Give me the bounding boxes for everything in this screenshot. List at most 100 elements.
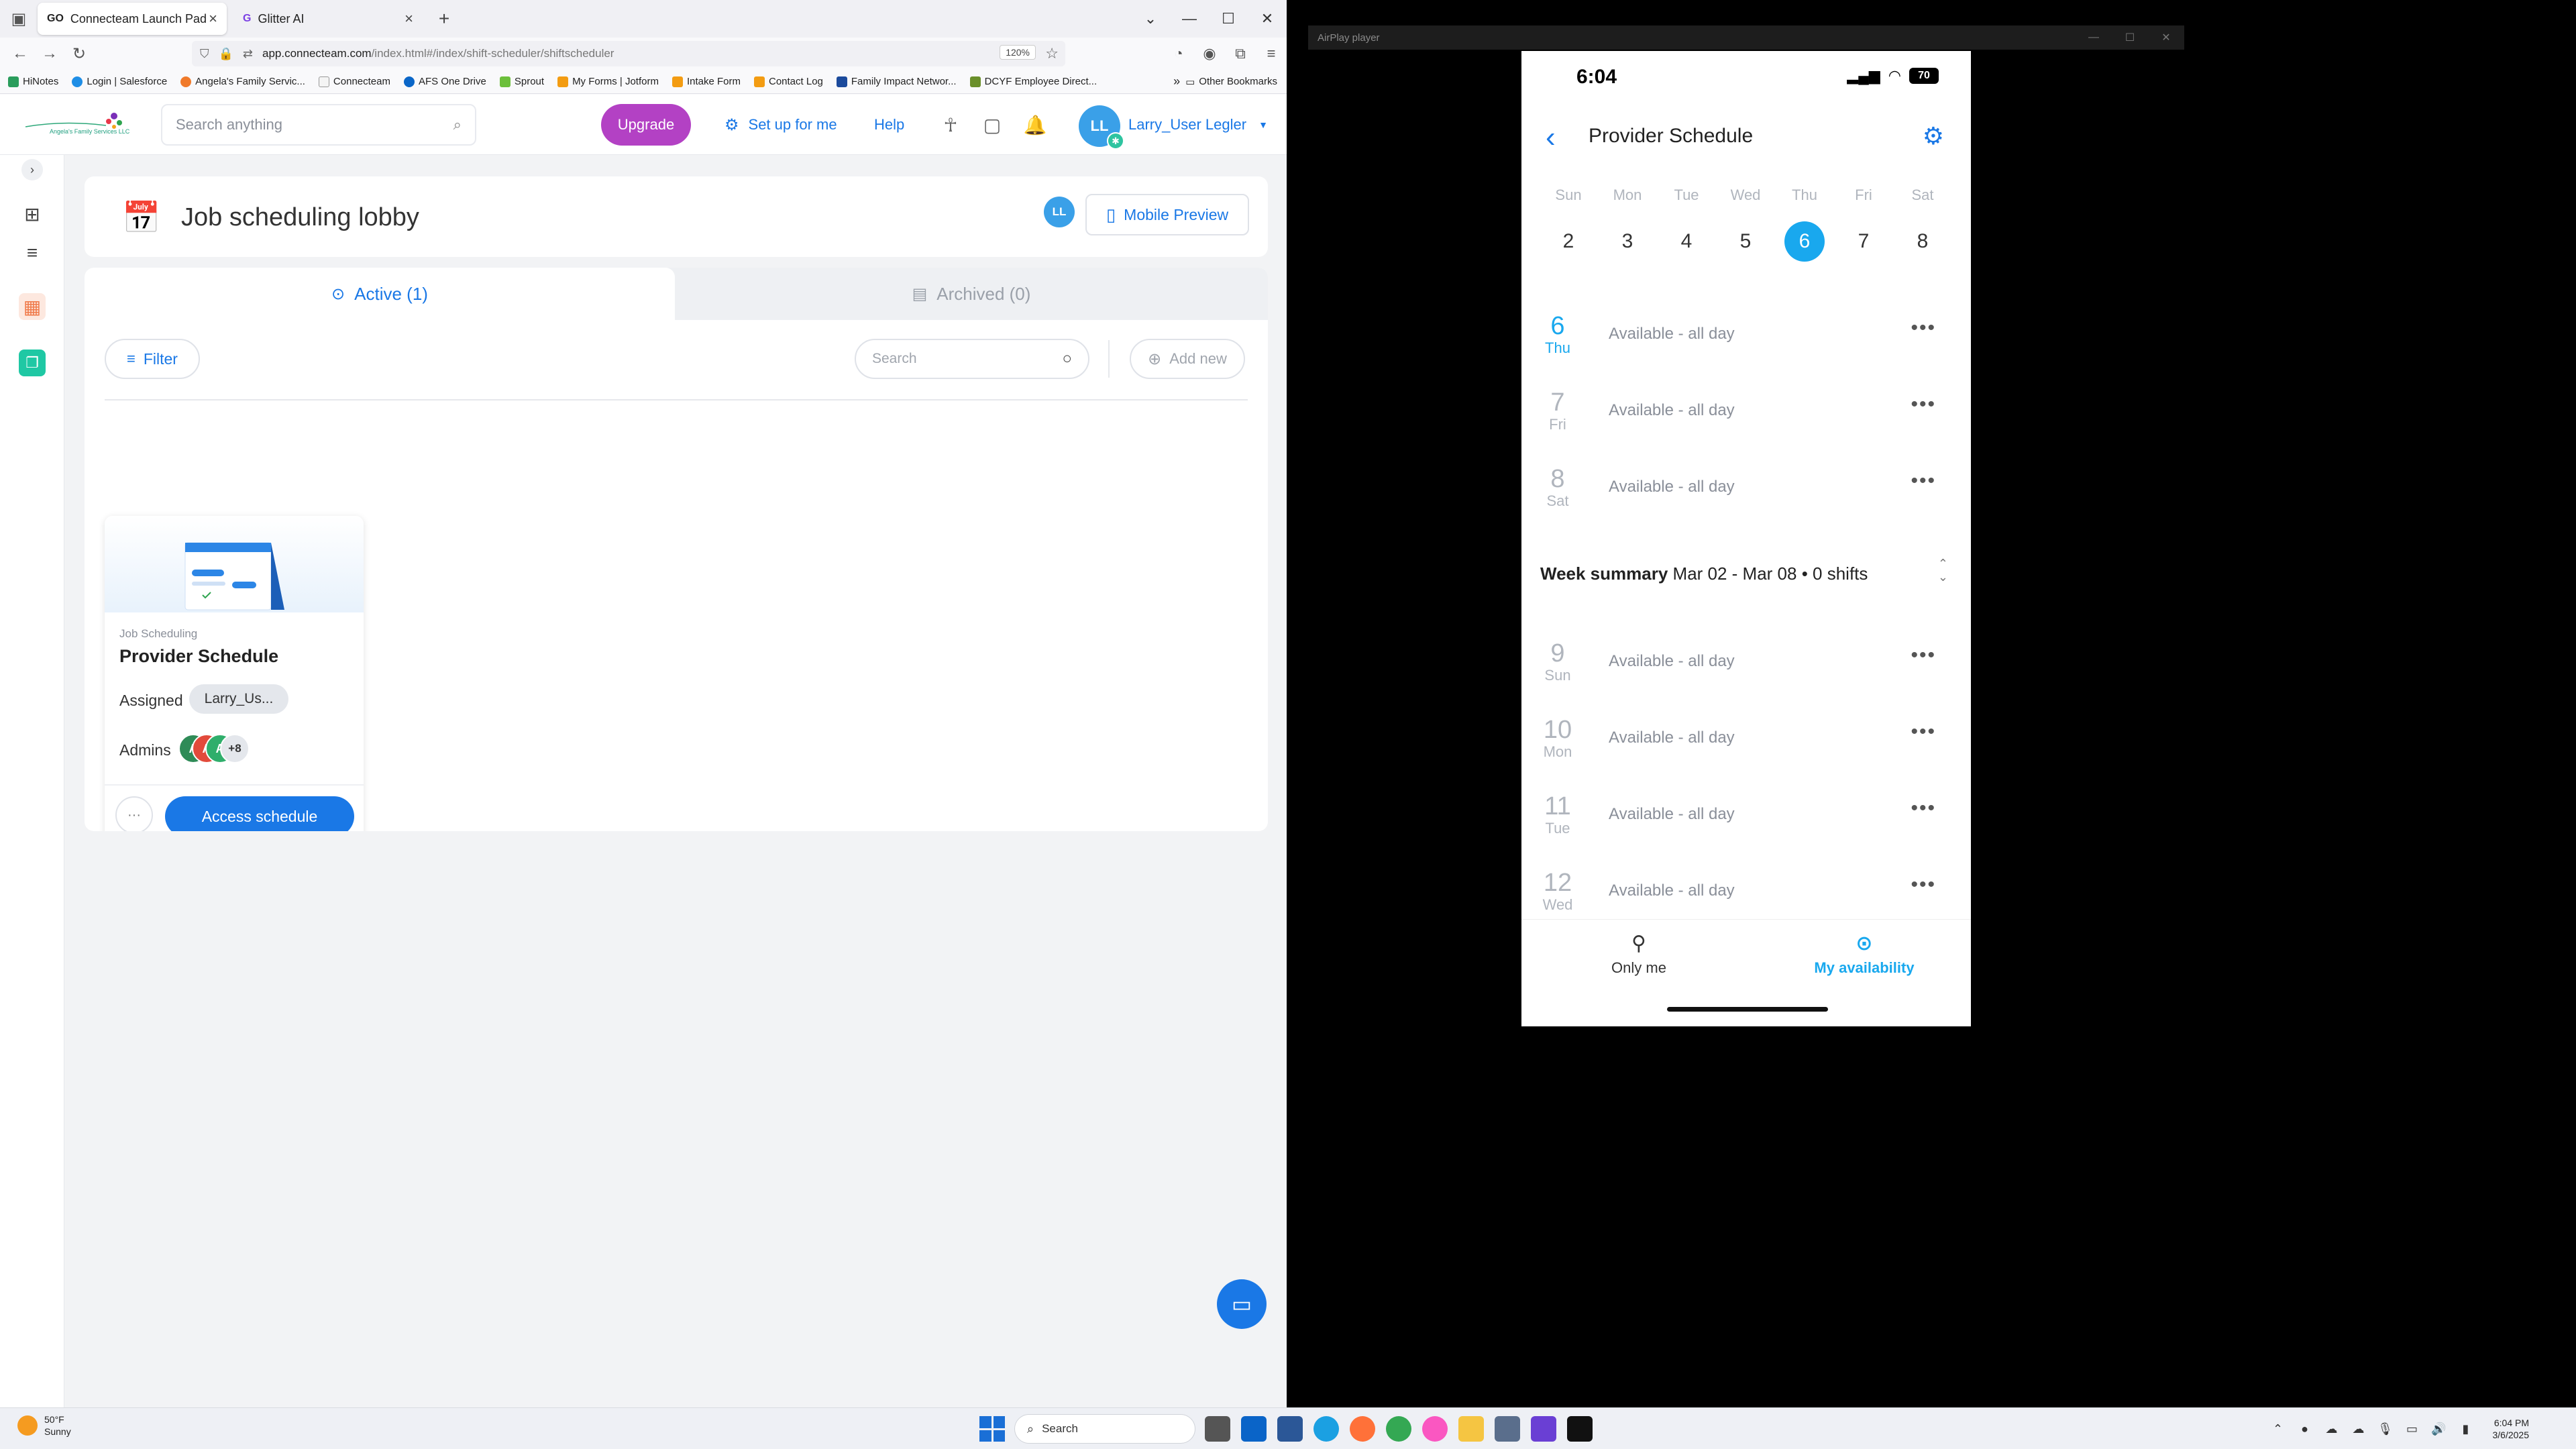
week-date[interactable]: 8 <box>1902 221 1943 262</box>
list-all-tabs-icon[interactable]: ⌄ <box>1131 0 1170 38</box>
tab-active[interactable]: ⊙ Active (1) <box>85 268 675 320</box>
help-link[interactable]: Help <box>874 104 904 146</box>
edge-icon[interactable] <box>1313 1416 1339 1442</box>
company-logo[interactable]: Angela's Family Services LLC <box>23 104 130 144</box>
week-date[interactable]: 4 <box>1666 221 1707 262</box>
new-tab-button[interactable]: + <box>429 3 459 35</box>
shield-icon[interactable]: ⛉ <box>200 47 209 61</box>
back-chevron-icon[interactable]: ‹ <box>1546 121 1556 154</box>
close-window-icon[interactable]: ✕ <box>2148 25 2184 50</box>
mobile-preview-button[interactable]: ▯ Mobile Preview <box>1085 194 1249 235</box>
support-chat-button[interactable]: ▭ <box>1217 1279 1267 1329</box>
taskbar-search[interactable]: ⌕ Search <box>1014 1414 1195 1444</box>
search-input[interactable]: Search anything ⌕ <box>161 104 476 146</box>
microphone-icon[interactable]: 🎙 <box>2372 1422 2399 1436</box>
glitter-app-icon[interactable] <box>1531 1416 1556 1442</box>
more-options-icon[interactable]: ••• <box>1911 317 1936 339</box>
bookmark-item[interactable]: My Forms | Jotform <box>557 76 659 87</box>
task-view-icon[interactable] <box>1205 1416 1230 1442</box>
browser-tab-glitter[interactable]: G Glitter AI × <box>233 3 423 35</box>
more-options-icon[interactable]: ••• <box>1911 644 1936 667</box>
chrome-icon[interactable] <box>1386 1416 1411 1442</box>
upgrade-button[interactable]: Upgrade <box>601 104 691 146</box>
extensions-icon[interactable]: ⧉ <box>1225 45 1256 62</box>
accessibility-icon[interactable]: ☥ <box>934 104 967 146</box>
close-tab-icon[interactable]: × <box>209 10 217 28</box>
week-date[interactable]: 7 <box>1843 221 1884 262</box>
bookmark-item[interactable]: Sprout <box>499 76 544 87</box>
day-row[interactable]: 11 Tue Available - all day ••• <box>1521 788 1971 864</box>
more-options-icon[interactable]: ••• <box>1911 470 1936 492</box>
back-icon[interactable]: ← <box>5 39 35 68</box>
add-new-button[interactable]: ⊕ Add new <box>1130 339 1245 379</box>
bookmark-item[interactable]: Connecteam <box>318 76 390 87</box>
week-summary[interactable]: Week summary Mar 02 - Mar 08 • 0 shifts <box>1540 564 1868 584</box>
close-window-icon[interactable]: ✕ <box>1248 0 1287 38</box>
settings-gear-icon[interactable]: ⚙ <box>1923 122 1944 150</box>
bookmark-item[interactable]: DCYF Employee Direct... <box>969 76 1097 87</box>
bookmark-item[interactable]: HiNotes <box>8 76 58 87</box>
outlook-icon[interactable] <box>1241 1416 1267 1442</box>
week-date[interactable]: 5 <box>1725 221 1766 262</box>
lock-icon[interactable]: 🔒 <box>219 47 233 61</box>
bookmark-item[interactable]: Family Impact Networ... <box>836 76 957 87</box>
tab-archived[interactable]: ▤ Archived (0) <box>675 268 1268 320</box>
reload-icon[interactable]: ↻ <box>64 39 94 68</box>
calculator-icon[interactable] <box>1495 1416 1520 1442</box>
menu-icon[interactable]: ≡ <box>1256 45 1287 62</box>
assigned-chip[interactable]: Larry_Us... <box>189 684 288 714</box>
onedrive-icon[interactable]: ☁ <box>2345 1422 2372 1436</box>
tab-list-icon[interactable]: ▣ <box>0 0 38 38</box>
minimize-icon[interactable]: — <box>1170 0 1209 38</box>
filter-button[interactable]: ≡ Filter <box>105 339 200 379</box>
bookmark-item[interactable]: Login | Salesforce <box>72 76 167 87</box>
expand-collapse-icon[interactable]: ⌃ ⌄ <box>1938 557 1948 584</box>
close-tab-icon[interactable]: × <box>405 10 413 28</box>
access-schedule-button[interactable]: Access schedule <box>165 796 354 831</box>
user-avatar[interactable]: LL ✱ <box>1079 105 1124 150</box>
bookmark-item[interactable]: AFS One Drive <box>403 76 486 87</box>
day-row[interactable]: 7 Fri Available - all day ••• <box>1521 384 1971 460</box>
tab-my-availability[interactable]: ⊙ My availability <box>1787 932 1941 977</box>
pocket-icon[interactable]: ◔ <box>1163 45 1194 62</box>
week-date[interactable]: 6 <box>1784 221 1825 262</box>
bookmark-item[interactable]: Angela's Family Servic... <box>180 76 305 87</box>
other-bookmarks[interactable]: ▭ Other Bookmarks <box>1185 76 1277 88</box>
network-icon[interactable]: ▭ <box>2399 1422 2426 1436</box>
day-row[interactable]: 8 Sat Available - all day ••• <box>1521 460 1971 537</box>
windows-start-icon[interactable] <box>979 1416 1005 1442</box>
battery-icon[interactable]: ▮ <box>2453 1422 2479 1436</box>
bookmark-item[interactable]: Intake Form <box>672 76 741 87</box>
minimize-icon[interactable]: — <box>2076 25 2112 50</box>
more-options-icon[interactable]: ••• <box>1911 873 1936 896</box>
apps-grid-icon[interactable]: ⊞ <box>19 201 46 227</box>
bookmark-item[interactable]: Contact Log <box>754 76 823 87</box>
card-more-button[interactable]: ··· <box>115 796 153 831</box>
day-row[interactable]: 10 Mon Available - all day ••• <box>1521 711 1971 788</box>
forms-icon[interactable]: ❐ <box>19 350 46 376</box>
day-row[interactable]: 6 Thu Available - all day ••• <box>1521 307 1971 384</box>
expand-sidebar-icon[interactable]: › <box>21 159 43 180</box>
account-icon[interactable]: ◉ <box>1194 45 1225 62</box>
job-schedule-card[interactable]: Job Scheduling Provider Schedule Assigne… <box>105 516 364 831</box>
setup-for-me-button[interactable]: ⚙ Set up for me <box>724 104 837 146</box>
show-hidden-icon[interactable]: ⌃ <box>2265 1422 2292 1436</box>
more-options-icon[interactable]: ••• <box>1911 797 1936 820</box>
volume-icon[interactable]: 🔊 <box>2426 1422 2453 1436</box>
more-options-icon[interactable]: ••• <box>1911 720 1936 743</box>
tab-only-me[interactable]: ⚲ Only me <box>1562 932 1716 977</box>
scheduler-icon[interactable]: ▦ <box>19 293 46 320</box>
maximize-icon[interactable]: ☐ <box>1209 0 1248 38</box>
user-menu[interactable]: Larry_User Legler ▼ <box>1128 104 1268 146</box>
list-icon[interactable]: ≡ <box>19 239 46 266</box>
admins-more-badge[interactable]: +8 <box>220 734 250 763</box>
file-explorer-icon[interactable] <box>1458 1416 1484 1442</box>
bell-icon[interactable]: 🔔 <box>1018 104 1052 146</box>
chat-icon[interactable]: ▢ <box>975 104 1009 146</box>
list-search-input[interactable]: Search ○ <box>855 339 1089 379</box>
day-row[interactable]: 9 Sun Available - all day ••• <box>1521 635 1971 711</box>
zoom-level[interactable]: 120% <box>1000 45 1036 60</box>
weather-widget[interactable]: 50°F Sunny <box>17 1413 71 1438</box>
more-options-icon[interactable]: ••• <box>1911 393 1936 416</box>
address-bar[interactable]: ⛉ 🔒 ⇄ app.connecteam.com /index.html#/in… <box>192 41 1065 66</box>
